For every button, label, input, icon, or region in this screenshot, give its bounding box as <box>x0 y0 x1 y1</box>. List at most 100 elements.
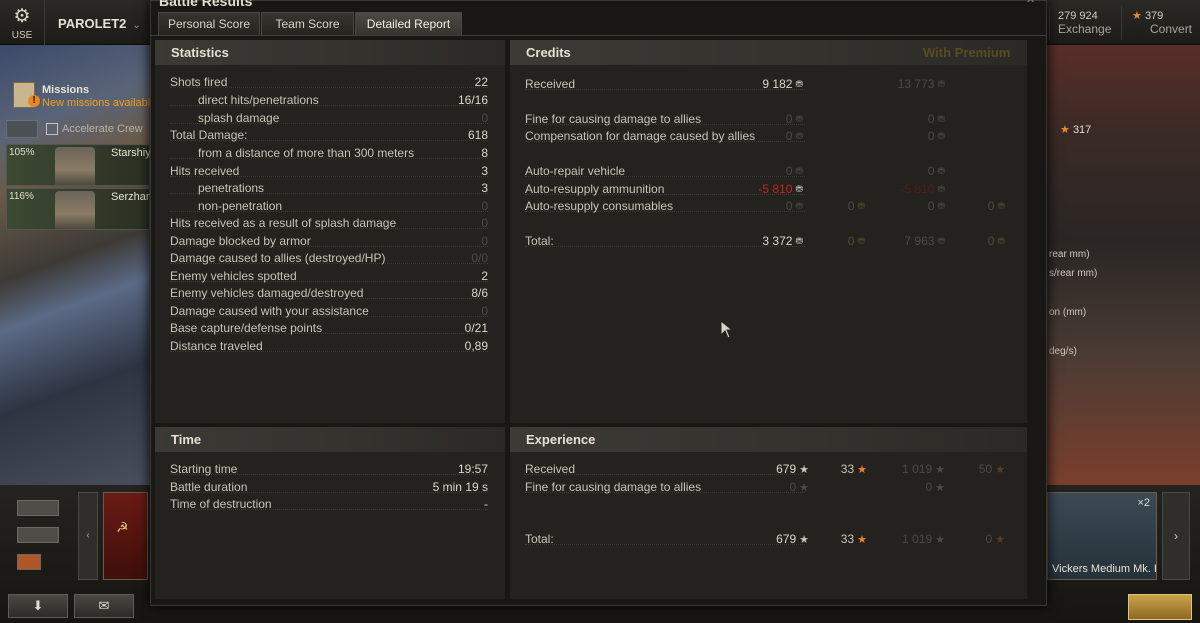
dialog-title: Battle Results <box>159 0 253 9</box>
premium-xp-value: 1 019 ★ <box>902 462 945 476</box>
premium-credit-value: 13 773 ⛃ <box>898 77 945 91</box>
vehicle-slot-selected[interactable]: ×2 Vickers Medium Mk. I <box>1047 492 1157 580</box>
stat-value: 2 <box>481 269 488 283</box>
credit-value: 0 ⛃ <box>786 199 803 213</box>
credit-label: Auto-resupply consumables <box>525 199 674 213</box>
missions-button[interactable]: ! Missions New missions available <box>8 80 156 112</box>
divider <box>1049 6 1050 40</box>
crew-member[interactable]: 105% Starshiy <box>6 144 151 186</box>
hangar-background-right <box>1047 45 1200 485</box>
stat-label: penetrations <box>198 181 265 195</box>
stat-value: 8 <box>481 146 488 160</box>
credit-row: Compensation for damage caused by allies… <box>525 129 1015 146</box>
premium-gold-amount: 0 <box>987 234 995 248</box>
stat-value: 618 <box>467 128 488 142</box>
carousel-left-arrow[interactable]: ‹ <box>78 492 98 580</box>
stat-row: Damage caused with your assistance 0 <box>170 304 488 321</box>
tab-detailed-report[interactable]: Detailed Report <box>355 12 462 35</box>
star-icon: ★ <box>1060 124 1070 136</box>
premium-gold-amount: 0 <box>987 199 995 213</box>
stat-label: Hits received as a result of splash dama… <box>170 216 397 230</box>
star-icon: ★ <box>799 534 809 546</box>
tab-team-score[interactable]: Team Score <box>261 12 354 35</box>
accelerate-checkbox[interactable] <box>46 123 58 135</box>
stat-row: Damage caused to allies (destroyed/HP) 0/… <box>170 251 488 268</box>
globe-filter[interactable] <box>17 500 59 516</box>
exchange-button[interactable]: 279 924 Exchange <box>1058 10 1111 36</box>
premium-credit-amount: 13 773 <box>897 77 935 91</box>
time-label: Time of destruction <box>170 497 272 511</box>
time-title: Time <box>155 427 505 452</box>
stat-label: Damage blocked by armor <box>170 234 311 248</box>
crew-button[interactable] <box>6 120 38 138</box>
gold-value: 0 ⛃ <box>848 234 865 248</box>
premium-gold-value: 0 ⛃ <box>988 199 1005 213</box>
divider <box>1121 6 1122 40</box>
battle-button[interactable] <box>1128 594 1192 620</box>
credit-label: Total: <box>525 234 554 248</box>
vehicle-param: s/rear mm) <box>1049 268 1098 279</box>
stat-label: Damage caused to allies (destroyed/HP) <box>170 251 386 265</box>
vehicle-param: deg/s) <box>1049 346 1077 357</box>
vehicle-slot[interactable]: ☭ <box>103 492 148 580</box>
xp-value: 679 ★ <box>776 462 809 476</box>
gold-amount: 0 <box>847 234 855 248</box>
premium-credit-amount: 0 <box>927 129 935 143</box>
tab-personal-score[interactable]: Personal Score <box>158 12 260 35</box>
stat-value: 0 <box>481 304 488 318</box>
credit-row: Fine for causing damage to allies 0 ⛃ 0 ⛃ <box>525 112 1015 129</box>
credits-icon: ⛃ <box>795 131 803 141</box>
credits-icon: ⛃ <box>795 236 803 246</box>
stat-value: 22 <box>474 75 488 89</box>
credits-icon: ⛃ <box>937 79 945 89</box>
star-icon: ★ <box>799 482 809 494</box>
settings-button[interactable]: ⚙ USE <box>0 0 45 45</box>
xp-row: Total: 679 ★ 33 ★ 1 019 ★ 0 ★ <box>525 532 1015 549</box>
crew-name: Starshiy <box>111 147 151 159</box>
stat-row: direct hits/penetrations 16/16 <box>170 93 488 110</box>
chat-button[interactable]: ✉ <box>74 594 134 618</box>
time-label: Battle duration <box>170 480 248 494</box>
close-icon[interactable]: ✕ <box>1026 0 1038 6</box>
stat-label: Shots fired <box>170 75 228 89</box>
gold-icon: ⛃ <box>997 201 1005 211</box>
credit-amount: 0 <box>785 129 793 143</box>
accelerate-crew[interactable]: Accelerate Crew <box>6 120 150 140</box>
crew-member[interactable]: 116% Serzhant <box>6 188 155 230</box>
xp-value: 679 ★ <box>776 532 809 546</box>
premium-credit-value: 0 ⛃ <box>928 164 945 178</box>
stat-label: non-penetration <box>198 199 283 213</box>
stat-value: 0 <box>481 199 488 213</box>
free-xp-value: 33 ★ <box>841 462 867 476</box>
premium-xp-amount: 1 019 <box>902 532 933 546</box>
vehicle-stat: ★ 317 <box>1060 123 1091 136</box>
vehicle-type-filter[interactable] <box>17 554 41 570</box>
xp-row: Fine for causing damage to allies 0 ★ 0 ★ <box>525 480 1015 497</box>
convert-button[interactable]: ★ 379 Convert <box>1132 10 1192 36</box>
time-value: 5 min 19 s <box>432 480 488 494</box>
premium-xp-amount: 1 019 <box>902 462 933 476</box>
stat-value: 0/0 <box>471 251 488 265</box>
vehicle-param: rear mm) <box>1049 249 1090 260</box>
star-icon: ★ <box>935 482 945 494</box>
star-icon: ★ <box>935 534 945 546</box>
tier-filter[interactable] <box>17 527 59 543</box>
warning-icon: ! <box>28 95 40 107</box>
stat-value: 3 <box>481 181 488 195</box>
download-button[interactable]: ⬇ <box>8 594 68 618</box>
stat-value: 3 <box>481 164 488 178</box>
star-icon: ★ <box>857 464 867 476</box>
player-menu[interactable]: PAROLET2 ⌄ <box>58 16 141 31</box>
free-xp-amount: 33 <box>840 462 855 476</box>
carousel-right-arrow[interactable]: › <box>1162 492 1190 580</box>
free-xp-amount: 33 <box>840 532 855 546</box>
missions-title: Missions <box>42 84 90 96</box>
credits-icon: ⛃ <box>937 201 945 211</box>
premium-credit-amount: 0 <box>927 112 935 126</box>
stat-row: Total Damage: 618 <box>170 128 488 145</box>
credit-amount: 0 <box>785 112 793 126</box>
crew-portrait <box>55 191 95 229</box>
credit-value: 0 ⛃ <box>786 164 803 178</box>
time-row: Battle duration 5 min 19 s <box>170 480 488 497</box>
credit-row: Total: 3 372 ⛃ 0 ⛃ 7 963 ⛃ 0 ⛃ <box>525 234 1015 251</box>
